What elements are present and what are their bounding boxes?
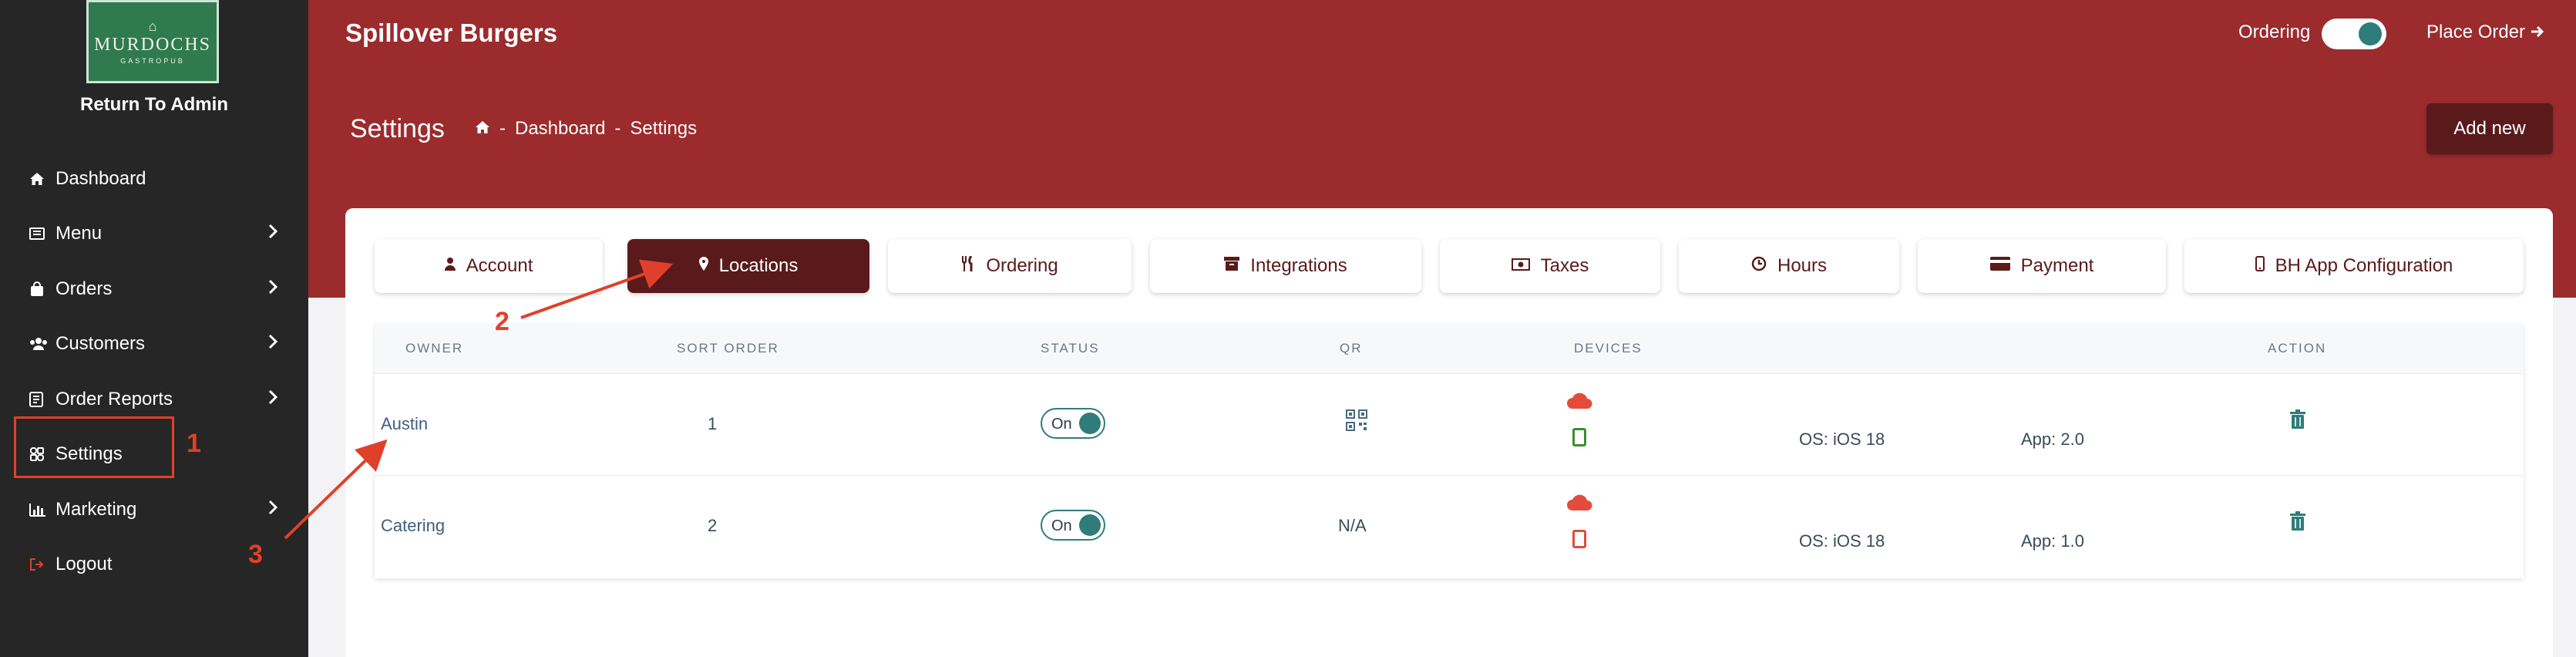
arrow-to-locations-tab xyxy=(520,259,674,319)
annotation-arrows xyxy=(284,259,674,540)
arrow-to-austin-row xyxy=(284,439,388,540)
